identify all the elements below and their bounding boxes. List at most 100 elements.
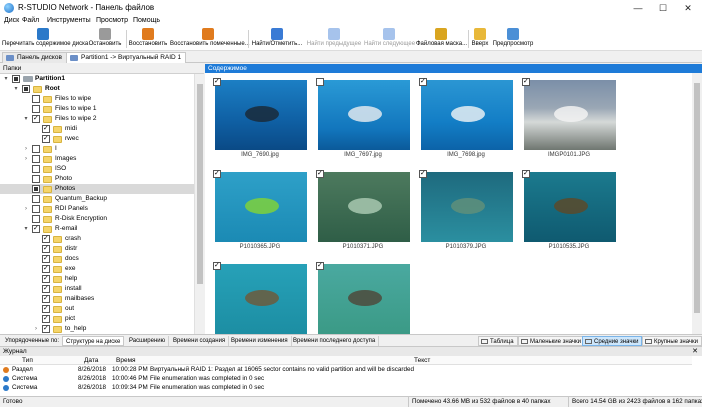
- tree-item-checkbox[interactable]: [32, 114, 40, 124]
- tree-item-checkbox[interactable]: [42, 244, 50, 254]
- scrollbar-thumb[interactable]: [694, 83, 700, 313]
- menu-tools[interactable]: Инструменты: [47, 17, 91, 24]
- tree-item[interactable]: install: [0, 284, 194, 294]
- tree-item-checkbox[interactable]: [42, 124, 50, 134]
- tree-item-checkbox[interactable]: [32, 205, 40, 213]
- view-medium-icons-button[interactable]: Средние значки: [582, 336, 643, 346]
- tree-item[interactable]: pict: [0, 314, 194, 324]
- tree-item[interactable]: › I: [0, 144, 194, 154]
- tree-item-checkbox[interactable]: [32, 165, 40, 173]
- tree-item-checkbox[interactable]: [22, 85, 30, 93]
- tree-item-checkbox[interactable]: [32, 195, 40, 203]
- expand-chevron-icon[interactable]: ›: [32, 324, 40, 334]
- tree-item-checkbox[interactable]: [32, 215, 40, 223]
- tree-item[interactable]: › to_help: [0, 324, 194, 334]
- tree-item-checkbox[interactable]: [42, 324, 50, 334]
- stop-button[interactable]: Остановить: [86, 27, 124, 51]
- tree-item-checkbox[interactable]: [42, 314, 50, 324]
- tree-item[interactable]: exe: [0, 264, 194, 274]
- photo-thumbnail[interactable]: [421, 172, 513, 242]
- folders-scrollbar[interactable]: [194, 74, 204, 334]
- tab-partition1-raid[interactable]: Partition1 -> Виртуальный RAID 1: [66, 52, 187, 63]
- thumbnail-checkbox[interactable]: [213, 169, 221, 178]
- tree-item[interactable]: ▾ R-email: [0, 224, 194, 234]
- tree-item-checkbox[interactable]: [42, 284, 50, 294]
- recover-marked-button[interactable]: Восстановить помеченные...: [170, 27, 250, 51]
- tree-item-checkbox[interactable]: [42, 254, 50, 264]
- log-close-icon[interactable]: ✕: [692, 347, 698, 356]
- tree-item[interactable]: midi: [0, 124, 194, 134]
- tree-item[interactable]: rwec: [0, 134, 194, 144]
- thumbnail-item[interactable]: IMGP0101.JPG: [519, 75, 619, 160]
- thumbnail-checkbox[interactable]: [316, 169, 324, 178]
- thumbnail-checkbox[interactable]: [213, 77, 221, 86]
- tree-item[interactable]: R-Disk Encryption: [0, 214, 194, 224]
- scrollbar-thumb[interactable]: [197, 84, 203, 284]
- tree-item[interactable]: mailbases: [0, 294, 194, 304]
- tab-sort-extension[interactable]: Расширению: [126, 336, 170, 346]
- tree-item-checkbox[interactable]: [32, 105, 40, 113]
- expand-chevron-icon[interactable]: ▾: [2, 74, 10, 84]
- photo-thumbnail[interactable]: [215, 80, 307, 150]
- thumbnail-item[interactable]: IMG_7698.jpg: [416, 75, 516, 160]
- log-col-text[interactable]: Текст: [414, 356, 430, 365]
- find-next-button[interactable]: Найти следующее: [364, 27, 415, 51]
- tree-item[interactable]: › Images: [0, 154, 194, 164]
- tab-sort-accessed[interactable]: Времени последнего доступа: [290, 336, 380, 346]
- tree-item-checkbox[interactable]: [42, 294, 50, 304]
- expand-chevron-icon[interactable]: ▾: [12, 84, 20, 94]
- tree-item[interactable]: Files to wipe: [0, 94, 194, 104]
- thumbnail-checkbox[interactable]: [522, 169, 530, 178]
- thumbnail-checkbox[interactable]: [522, 77, 530, 86]
- menu-disk[interactable]: Диск: [4, 17, 19, 24]
- tree-item-checkbox[interactable]: [42, 274, 50, 284]
- thumbnail-item[interactable]: IMG_7697.jpg: [313, 75, 413, 160]
- thumbnail-item[interactable]: P...: [313, 259, 413, 334]
- photo-thumbnail[interactable]: [318, 264, 410, 334]
- thumbnail-item[interactable]: P1010379.JPG: [416, 167, 516, 252]
- find-mark-button[interactable]: Найти/Отметить...: [250, 27, 304, 51]
- tree-item[interactable]: Files to wipe 1: [0, 104, 194, 114]
- minimize-icon[interactable]: —: [632, 2, 644, 14]
- tree-item[interactable]: out: [0, 304, 194, 314]
- log-col-time[interactable]: Время: [116, 356, 136, 365]
- view-small-icons-button[interactable]: Маленькие значки: [518, 336, 586, 346]
- tree-item[interactable]: Quantum_Backup: [0, 194, 194, 204]
- photo-thumbnail[interactable]: [318, 80, 410, 150]
- tree-item[interactable]: ▾ Files to wipe 2: [0, 114, 194, 124]
- up-button[interactable]: Вверх: [470, 27, 490, 51]
- tree-item[interactable]: › RDI Panels: [0, 204, 194, 214]
- tree-item[interactable]: ▾ Root: [0, 84, 194, 94]
- log-row[interactable]: Раздел 8/26/2018 10:00:28 PM Виртуальный RA…: [0, 366, 692, 374]
- preview-button[interactable]: Предпросмотр: [492, 27, 534, 51]
- thumbnail-item[interactable]: IMG_7690.jpg: [210, 75, 310, 160]
- tree-item[interactable]: ISO: [0, 164, 194, 174]
- menu-view[interactable]: Просмотр: [96, 17, 128, 24]
- thumbnail-checkbox[interactable]: [316, 78, 324, 86]
- thumbnail-item[interactable]: P1010371.JPG: [313, 167, 413, 252]
- menu-file[interactable]: Файл: [22, 17, 39, 24]
- thumbnail-item[interactable]: P1010535.JPG: [519, 167, 619, 252]
- tab-sort-modified[interactable]: Времени изменения: [228, 336, 292, 346]
- thumbnail-checkbox[interactable]: [213, 261, 221, 270]
- photo-thumbnail[interactable]: [524, 172, 616, 242]
- tree-item[interactable]: ▾ Partition1: [0, 74, 194, 84]
- tree-item-checkbox[interactable]: [32, 95, 40, 103]
- photo-thumbnail[interactable]: [318, 172, 410, 242]
- view-large-icons-button[interactable]: Крупные значки: [642, 336, 702, 346]
- log-col-date[interactable]: Дата: [84, 356, 98, 365]
- thumbnail-checkbox[interactable]: [419, 77, 427, 86]
- log-row[interactable]: Система 8/26/2018 10:09:34 PM File enumerat…: [0, 384, 692, 392]
- log-row[interactable]: Система 8/26/2018 10:00:46 PM File enumerat…: [0, 375, 692, 383]
- expand-chevron-icon[interactable]: ›: [22, 154, 30, 164]
- tree-item-checkbox[interactable]: [42, 304, 50, 314]
- thumbnail-checkbox[interactable]: [419, 169, 427, 178]
- photo-thumbnail[interactable]: [421, 80, 513, 150]
- tab-disk-panel[interactable]: Панель дисков: [2, 52, 67, 63]
- tree-item-checkbox[interactable]: [32, 224, 40, 234]
- expand-chevron-icon[interactable]: ▾: [22, 114, 30, 124]
- close-icon[interactable]: ✕: [682, 2, 694, 14]
- tree-item[interactable]: Photos: [0, 184, 194, 194]
- tree-item-checkbox[interactable]: [42, 234, 50, 244]
- expand-chevron-icon[interactable]: ▾: [22, 224, 30, 234]
